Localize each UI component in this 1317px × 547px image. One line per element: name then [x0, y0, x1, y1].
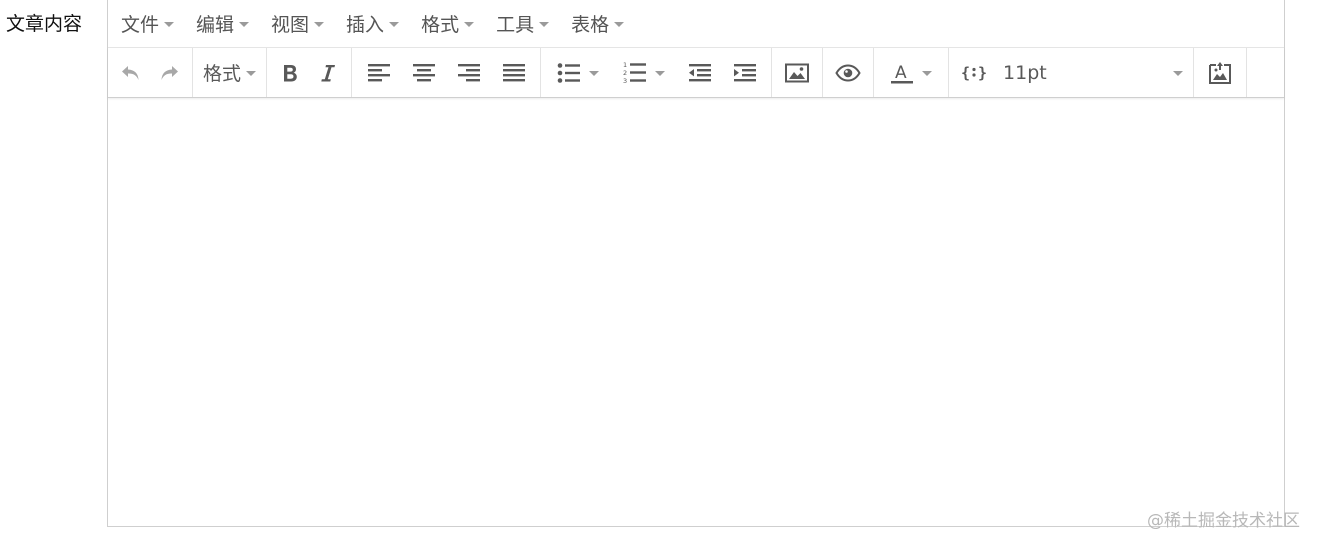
- chevron-down-icon: [464, 22, 475, 27]
- menu-file[interactable]: 文件: [112, 4, 183, 44]
- watermark: @稀土掘金技术社区: [1147, 511, 1300, 531]
- preview-button[interactable]: [827, 55, 869, 91]
- image-icon: [785, 63, 810, 82]
- chevron-down-icon: [1173, 71, 1184, 76]
- text-color-icon: A: [891, 63, 914, 83]
- svg-text:}: }: [978, 64, 987, 82]
- align-left-button[interactable]: [356, 55, 401, 91]
- font-size-dropdown[interactable]: 11pt: [993, 55, 1193, 91]
- chevron-down-icon: [539, 22, 550, 27]
- chevron-down-icon: [922, 71, 933, 76]
- redo-icon: [161, 65, 178, 80]
- align-right-icon: [457, 63, 480, 81]
- text-color-button[interactable]: A: [878, 55, 944, 91]
- menu-format[interactable]: 格式: [412, 4, 483, 44]
- chevron-down-icon: [389, 22, 400, 27]
- chevron-down-icon: [246, 71, 257, 76]
- align-center-button[interactable]: [401, 55, 446, 91]
- indent-icon: [733, 63, 756, 81]
- chevron-down-icon: [589, 71, 600, 76]
- align-justify-icon: [502, 63, 525, 81]
- italic-icon: [321, 64, 336, 81]
- menu-edit[interactable]: 编辑: [187, 4, 258, 44]
- outdent-button[interactable]: [677, 55, 722, 91]
- italic-button[interactable]: [309, 55, 347, 91]
- bold-icon: [284, 64, 297, 81]
- font-size-value: 11pt: [1003, 61, 1047, 84]
- color-group: A: [874, 48, 950, 97]
- toolbar: 格式 1 2 3 A {} 11pt: [108, 48, 1284, 98]
- menu-tools-label: 工具: [496, 14, 535, 36]
- menu-table-label: 表格: [571, 14, 610, 36]
- align-left-icon: [367, 63, 390, 81]
- page: 文章内容 文件 编辑 视图 插入 格式 工具 表格 格式 1 2 3 A {}…: [0, 0, 1317, 547]
- code-sample-icon: { }: [961, 64, 987, 82]
- menubar: 文件 编辑 视图 插入 格式 工具 表格: [108, 0, 1284, 48]
- image-upload-button[interactable]: [1198, 55, 1242, 91]
- undo-icon: [122, 65, 139, 80]
- text-style-group: [267, 48, 353, 97]
- format-dropdown-label: 格式: [203, 63, 242, 85]
- align-justify-button[interactable]: [491, 55, 536, 91]
- menu-table[interactable]: 表格: [562, 4, 633, 44]
- undo-button[interactable]: [112, 55, 150, 91]
- svg-text:3: 3: [623, 77, 627, 85]
- menu-view[interactable]: 视图: [262, 4, 333, 44]
- chevron-down-icon: [239, 22, 250, 27]
- chevron-down-icon: [314, 22, 325, 27]
- menu-file-label: 文件: [121, 14, 160, 36]
- list-group: 1 2 3: [541, 48, 773, 97]
- menu-format-label: 格式: [421, 14, 460, 36]
- format-group: 格式: [193, 48, 268, 97]
- preview-group: [823, 48, 875, 97]
- menu-view-label: 视图: [271, 14, 310, 36]
- chevron-down-icon: [164, 22, 175, 27]
- numbered-list-icon: 1 2 3: [623, 61, 647, 85]
- menu-insert[interactable]: 插入: [337, 4, 408, 44]
- svg-text:A: A: [895, 63, 907, 83]
- insert-image-button[interactable]: [776, 55, 818, 91]
- numbered-list-button[interactable]: 1 2 3: [611, 55, 677, 91]
- svg-text:1: 1: [623, 61, 627, 69]
- history-group: [108, 48, 193, 97]
- menu-edit-label: 编辑: [196, 14, 235, 36]
- bold-button[interactable]: [271, 55, 309, 91]
- align-center-icon: [412, 63, 435, 81]
- indent-button[interactable]: [722, 55, 767, 91]
- redo-button[interactable]: [150, 55, 188, 91]
- menu-insert-label: 插入: [346, 14, 385, 36]
- menu-tools[interactable]: 工具: [487, 4, 558, 44]
- bullet-list-button[interactable]: [545, 55, 611, 91]
- chevron-down-icon: [614, 22, 625, 27]
- outdent-icon: [688, 63, 711, 81]
- code-fontsize-group: { } 11pt: [949, 48, 1195, 97]
- chevron-down-icon: [655, 71, 666, 76]
- svg-text:{: {: [961, 64, 970, 82]
- image-upload-icon: [1209, 61, 1232, 84]
- code-sample-button[interactable]: { }: [955, 55, 993, 91]
- image-group: [772, 48, 824, 97]
- format-dropdown[interactable]: 格式: [197, 55, 262, 91]
- alignment-group: [352, 48, 542, 97]
- eye-icon: [835, 63, 861, 82]
- bullet-list-icon: [557, 62, 581, 83]
- svg-text:2: 2: [623, 69, 627, 77]
- rich-text-editor: 文件 编辑 视图 插入 格式 工具 表格 格式 1 2 3 A {} 11pt: [107, 0, 1285, 527]
- editor-content-area[interactable]: [108, 98, 1284, 526]
- align-right-button[interactable]: [446, 55, 491, 91]
- upload-group: [1194, 48, 1248, 97]
- field-label: 文章内容: [6, 13, 83, 35]
